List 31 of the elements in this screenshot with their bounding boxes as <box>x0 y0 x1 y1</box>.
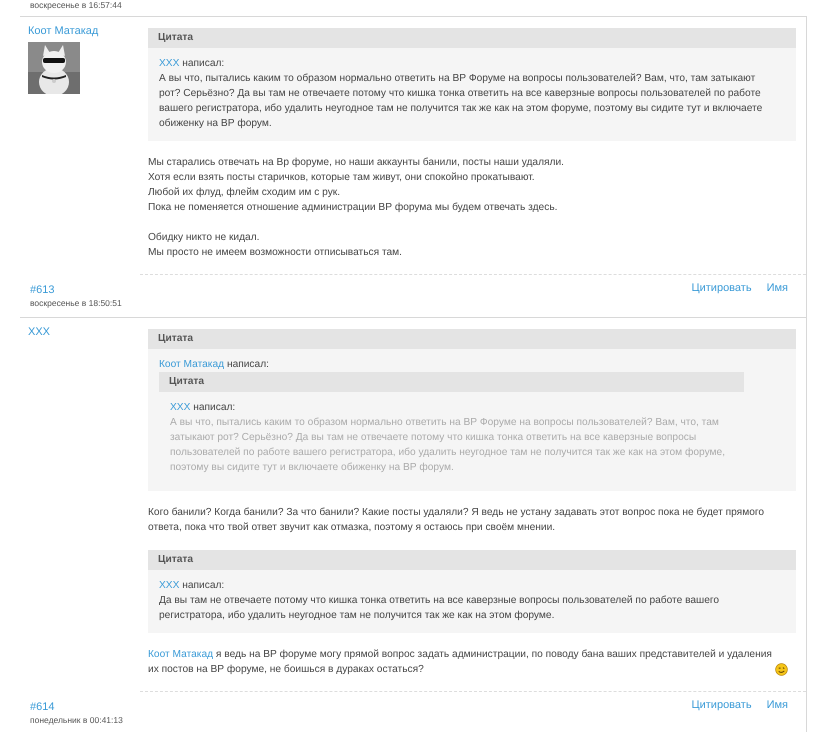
quote-author-link[interactable]: XXX <box>170 402 190 413</box>
post-action-link[interactable]: Цитировать <box>691 282 752 294</box>
post-text: Да вы там не отвечаете потому что кишка тонка ответить на все каверзные вопросы пользователей по работе вашего регистратора, ибо удалить неугодное там не получится так же как на этом форуме. <box>159 594 720 623</box>
quote-author-link[interactable]: XXX <box>159 580 180 591</box>
post-text: Мы старались отвечать на Вр форуме, но наши аккаунты банили, посты наши удаляли. Хотя если взять посты старичков, которые там живут, они спокойно прокатывают. Любой их флуд, флейм сходим им с рук. Пока не поменяется отношение администрации ВР форума мы будем отвечать здесь. <box>148 156 566 215</box>
mention-link[interactable]: Коот Матакад <box>148 649 214 660</box>
quote-header: Цитата <box>148 28 796 48</box>
post-text: А вы что, пытались каким то образом нормально ответить на ВР Форуме на вопросы пользователей? Вам, что, там затыкают рот? Серьёзно? Да вы там не отвечаете потому что кишка тонка ответить на все каверзные вопросы пользователей по работе вашего регистратора, ибо удалить неугодное там не получится так же как на этом форуме, поэтому вы сидите тут и включаете обиженку на ВР форум. <box>159 72 764 131</box>
post-date: воскресенье в 16:57:44 <box>29 0 123 12</box>
post-action-link[interactable]: Цитировать <box>691 699 752 711</box>
post-action-link[interactable]: Имя <box>766 699 788 711</box>
quote-byline-text: написал: <box>193 402 236 413</box>
quote-header: Цитата <box>148 550 796 570</box>
quote-byline-text: написал: <box>226 359 269 370</box>
author-link[interactable]: Коот Матакад <box>28 25 98 37</box>
post-text: Коот Матакад я ведь на ВР форуме могу прямой вопрос задать администрации, по поводу бана ваших представителей и удаления их постов на ВР форуме, не боишься в дураках остаться? <box>148 648 772 677</box>
quote-byline-text: написал: <box>182 58 224 69</box>
quote-header: Цитата <box>148 329 796 349</box>
post-date: воскресенье в 18:50:51 <box>30 297 123 309</box>
post-date: понедельник в 00:41:13 <box>30 714 124 726</box>
post-action-link[interactable]: Имя <box>766 282 788 294</box>
post-number-link[interactable]: #614 <box>30 700 132 714</box>
post-text: Кого банили? Когда банили? За что банили? Какие посты удаляли? Я ведь не устану задавать этот вопрос пока не будет прямого ответа, пока что твой ответ звучит как отмазка, поэтому я остаюсь при своём мнении. <box>148 506 766 535</box>
post-number-link[interactable]: #613 <box>30 283 132 297</box>
quote-header: Цитата <box>159 372 744 392</box>
quote-byline-text: написал: <box>182 580 224 591</box>
quote-author-link[interactable]: Коот Матакад <box>159 359 224 370</box>
post-text: А вы что, пытались каким то образом нормально ответить на ВР Форуме на вопросы пользователей? Вам, что, там затыкают рот? Серьёзно? Да вы там не отвечаете потому что кишка тонка ответить на все каверзные вопросы пользователей по работе вашего регистратора, ибо удалить неугодное там не получится так же как на этом форуме, поэтому вы сидите тут и включаете обиженку на ВР форум. <box>170 416 726 475</box>
quote-author-link[interactable]: XXX <box>159 58 180 69</box>
author-link[interactable]: XXX <box>28 326 50 338</box>
post-text: Обидку никто не кидал. Мы просто не имеем возможности отписываться там. <box>148 231 404 260</box>
